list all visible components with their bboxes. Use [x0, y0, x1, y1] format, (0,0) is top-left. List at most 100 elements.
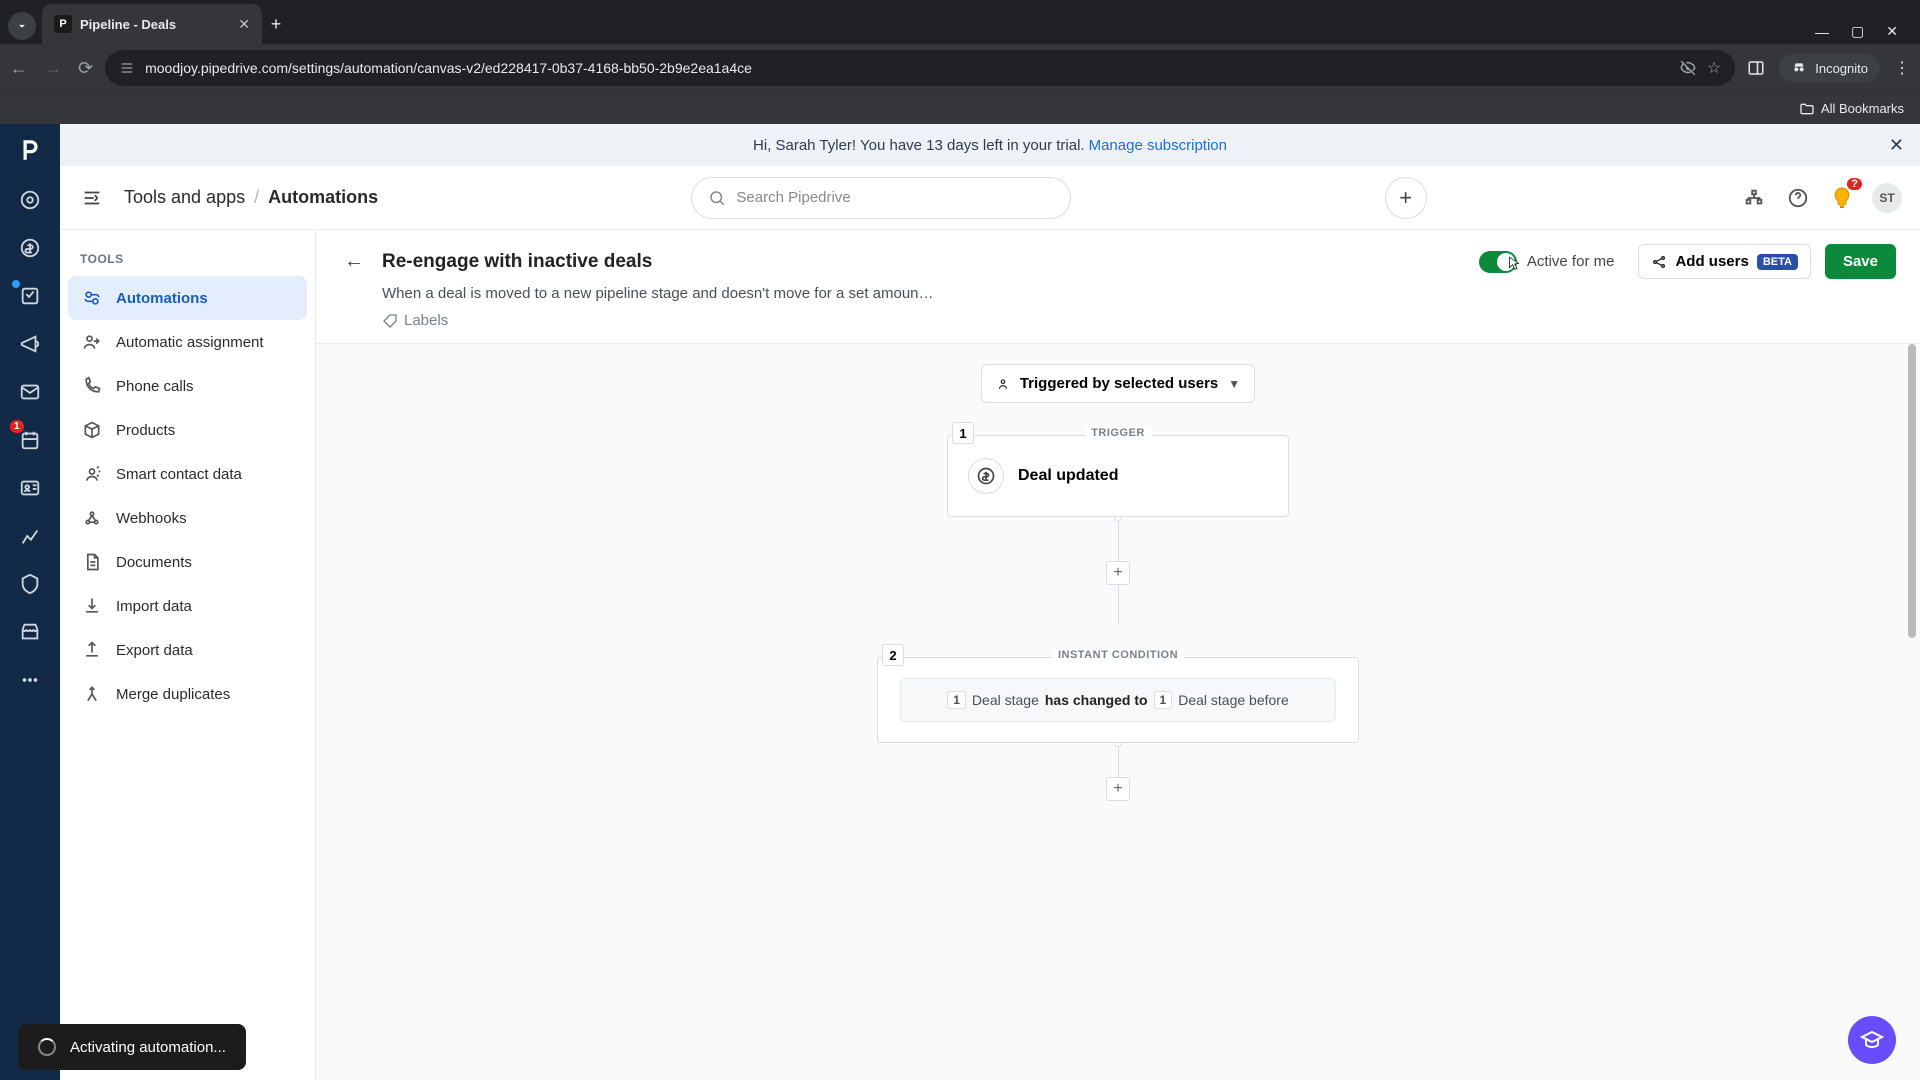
sidebar-collapse-icon[interactable]: [78, 184, 106, 212]
bookmarks-folder-icon: [1799, 101, 1815, 117]
maximize-icon[interactable]: ▢: [1851, 23, 1864, 40]
labels-text: Labels: [404, 312, 448, 329]
trigger-node[interactable]: 1 TRIGGER Deal updated: [947, 435, 1289, 517]
automations-icon: [80, 286, 104, 310]
import-icon: [80, 594, 104, 618]
sidebar-item-label: Phone calls: [116, 378, 194, 395]
add-users-label: Add users: [1675, 253, 1748, 270]
sidebar-item-phone-calls[interactable]: Phone calls: [68, 364, 307, 408]
integrations-icon[interactable]: [1740, 184, 1768, 212]
minimize-icon[interactable]: —: [1815, 24, 1829, 40]
site-info-icon[interactable]: [119, 60, 135, 76]
breadcrumb-root[interactable]: Tools and apps: [124, 187, 245, 207]
spinner-icon: [38, 1038, 56, 1056]
chevron-down-icon: ▼: [1228, 377, 1240, 391]
smart-contact-icon: [80, 462, 104, 486]
forward-icon[interactable]: →: [44, 58, 62, 79]
field-chip: 1: [947, 691, 966, 709]
add-users-button[interactable]: Add users BETA: [1638, 244, 1811, 279]
condition-field: Deal stage before: [1178, 692, 1289, 708]
tab-list-dropdown[interactable]: [8, 12, 36, 40]
back-icon[interactable]: ←: [10, 58, 28, 79]
add-step-button[interactable]: +: [1106, 561, 1130, 585]
quick-add-button[interactable]: +: [1385, 177, 1427, 219]
rail-activities-badge: 1: [10, 420, 24, 433]
sidebar-item-label: Import data: [116, 598, 192, 615]
assistant-icon[interactable]: ?: [1828, 184, 1856, 212]
bookmark-star-icon[interactable]: ☆: [1707, 58, 1721, 78]
sidebar-item-smart-contact[interactable]: Smart contact data: [68, 452, 307, 496]
pipedrive-logo-icon[interactable]: [14, 134, 46, 166]
window-close-icon[interactable]: ✕: [1886, 23, 1898, 40]
sidebar-item-documents[interactable]: Documents: [68, 540, 307, 584]
triggered-by-label: Triggered by selected users: [1020, 375, 1218, 392]
rail-contacts-icon[interactable]: [16, 474, 44, 502]
sidebar-item-automations[interactable]: Automations: [68, 276, 307, 320]
sidebar-item-import-data[interactable]: Import data: [68, 584, 307, 628]
labels-button[interactable]: Labels: [382, 312, 1896, 329]
documents-icon: [80, 550, 104, 574]
merge-icon: [80, 682, 104, 706]
save-button[interactable]: Save: [1825, 244, 1896, 279]
address-bar[interactable]: moodjoy.pipedrive.com/settings/automatio…: [105, 50, 1735, 86]
academy-fab[interactable]: [1848, 1016, 1896, 1064]
favicon-icon: P: [54, 15, 72, 33]
cursor-icon: [1505, 255, 1523, 273]
sidebar-item-merge-duplicates[interactable]: Merge duplicates: [68, 672, 307, 716]
share-icon: [1651, 254, 1667, 270]
sidebar-item-label: Automations: [116, 290, 208, 307]
back-button[interactable]: ←: [340, 248, 368, 276]
rail-campaigns-icon[interactable]: [16, 330, 44, 358]
side-panel-icon[interactable]: [1747, 59, 1765, 77]
incognito-indicator[interactable]: Incognito: [1779, 54, 1880, 82]
sidebar-section-title: TOOLS: [68, 248, 307, 276]
active-toggle[interactable]: Active for me: [1479, 251, 1615, 273]
rail-marketplace-icon[interactable]: [16, 618, 44, 646]
sidebar-item-automatic-assignment[interactable]: Automatic assignment: [68, 320, 307, 364]
sidebar-item-webhooks[interactable]: Webhooks: [68, 496, 307, 540]
condition-node[interactable]: 2 INSTANT CONDITION 1 Deal stage has cha…: [877, 657, 1359, 743]
browser-menu-icon[interactable]: ⋮: [1894, 58, 1910, 78]
all-bookmarks-link[interactable]: All Bookmarks: [1821, 101, 1904, 116]
sidebar-item-label: Webhooks: [116, 510, 187, 527]
sidebar-item-export-data[interactable]: Export data: [68, 628, 307, 672]
add-step-button[interactable]: +: [1106, 777, 1130, 801]
export-icon: [80, 638, 104, 662]
breadcrumb-current: Automations: [268, 187, 378, 207]
node-tag: TRIGGER: [1085, 427, 1151, 439]
rail-insights-icon[interactable]: [16, 522, 44, 550]
search-placeholder: Search Pipedrive: [736, 189, 850, 206]
scrollbar[interactable]: [1908, 344, 1918, 1080]
activating-toast: Activating automation...: [18, 1024, 246, 1070]
search-input[interactable]: Search Pipedrive: [691, 177, 1071, 219]
manage-subscription-link[interactable]: Manage subscription: [1089, 137, 1227, 154]
rail-more-icon[interactable]: [16, 666, 44, 694]
rail-projects-icon[interactable]: [16, 282, 44, 310]
sidebar-item-label: Documents: [116, 554, 192, 571]
rail-activities-icon[interactable]: 1: [16, 426, 44, 454]
sidebar-item-label: Smart contact data: [116, 466, 242, 483]
help-icon[interactable]: [1784, 184, 1812, 212]
node-tag: INSTANT CONDITION: [1052, 649, 1184, 661]
field-chip: 1: [1154, 691, 1173, 709]
automation-title: Re-engage with inactive deals: [382, 251, 652, 273]
rail-deals-icon[interactable]: [16, 234, 44, 262]
rail-leads-icon[interactable]: [16, 186, 44, 214]
eye-off-icon[interactable]: [1679, 59, 1697, 77]
condition-field: Deal stage: [972, 692, 1039, 708]
banner-close-icon[interactable]: ✕: [1889, 135, 1904, 156]
close-tab-icon[interactable]: ✕: [238, 16, 250, 33]
condition-operator: has changed to: [1045, 692, 1148, 708]
user-icon: [996, 377, 1010, 391]
url-text: moodjoy.pipedrive.com/settings/automatio…: [145, 60, 1669, 76]
reload-icon[interactable]: ⟳: [78, 58, 93, 79]
avatar[interactable]: ST: [1872, 183, 1902, 213]
browser-tab[interactable]: P Pipeline - Deals ✕: [42, 4, 262, 44]
sidebar-item-products[interactable]: Products: [68, 408, 307, 452]
toggle-label: Active for me: [1527, 253, 1615, 270]
new-tab-button[interactable]: +: [262, 4, 290, 44]
breadcrumb: Tools and apps / Automations: [124, 187, 378, 208]
rail-mail-icon[interactable]: [16, 378, 44, 406]
rail-products-icon[interactable]: [16, 570, 44, 598]
triggered-by-dropdown[interactable]: Triggered by selected users ▼: [981, 364, 1255, 403]
